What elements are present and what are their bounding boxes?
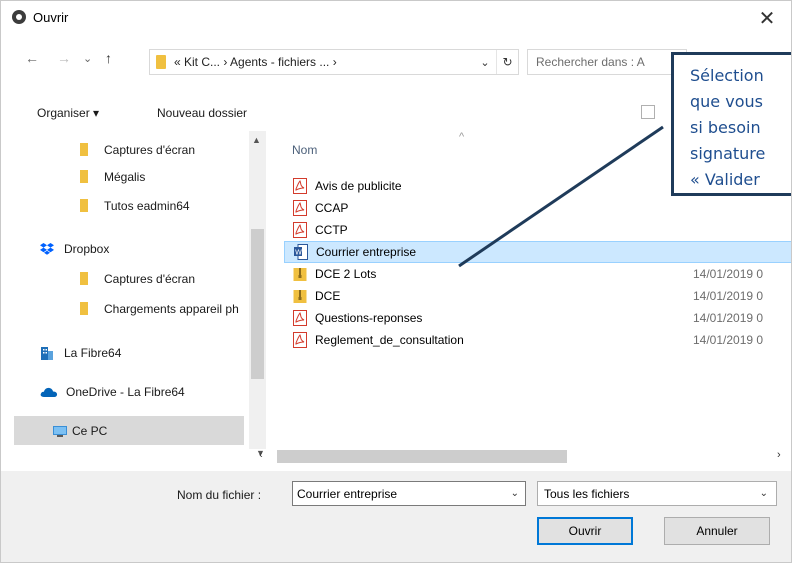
sidebar-item-label: Chargements appareil ph (104, 301, 239, 316)
file-date: 14/01/2019 0 (693, 311, 764, 325)
navigation-pane: Captures d'écran Mégalis Tutos eadmin64 … (14, 131, 274, 449)
computer-icon (53, 425, 67, 437)
title-bar: Ouvrir ✕ (1, 1, 791, 34)
sidebar-item-chargements[interactable]: Chargements appareil ph (14, 294, 244, 323)
dropbox-icon (40, 242, 54, 255)
scroll-right-icon[interactable]: › (777, 449, 781, 461)
forward-button[interactable]: → (57, 50, 71, 66)
folder-icon (156, 55, 166, 69)
new-folder-button[interactable]: Nouveau dossier (157, 106, 247, 120)
pdf-icon (293, 200, 307, 216)
view-options-icon[interactable] (641, 105, 655, 119)
sidebar-item-label: Tutos eadmin64 (104, 198, 190, 213)
window-title: Ouvrir (33, 10, 69, 25)
filename-input[interactable]: Courrier entreprise ⌄ (292, 481, 526, 506)
sidebar-item-label: La Fibre64 (64, 345, 122, 360)
column-header-name[interactable]: Nom (292, 143, 317, 157)
chevron-down-icon[interactable]: ⌄ (511, 488, 519, 499)
chevron-down-icon[interactable]: ⌄ (760, 488, 768, 499)
file-name: CCTP (315, 223, 348, 237)
file-row[interactable]: CCTP (284, 219, 791, 241)
folder-icon (80, 170, 88, 183)
open-button[interactable]: Ouvrir (537, 517, 633, 545)
file-name: Courrier entreprise (316, 245, 417, 259)
file-row[interactable]: Questions-reponses 14/01/2019 0 (284, 307, 791, 329)
sidebar-item-tutos[interactable]: Tutos eadmin64 (14, 191, 244, 220)
scrollbar-thumb[interactable] (251, 229, 264, 379)
folder-icon (80, 143, 88, 156)
file-row[interactable]: DCE 14/01/2019 0 (284, 285, 791, 307)
sidebar-item-label: OneDrive - La Fibre64 (66, 384, 185, 399)
filename-value: Courrier entreprise (297, 487, 398, 501)
file-row[interactable]: Reglement_de_consultation 14/01/2019 0 (284, 329, 791, 351)
pdf-icon (293, 178, 307, 194)
file-date: 14/01/2019 0 (693, 333, 764, 347)
onedrive-icon (40, 387, 58, 397)
zip-folder-icon (293, 290, 307, 303)
back-button[interactable]: ← (25, 50, 39, 66)
callout-line-4: signature (690, 144, 766, 163)
sidebar-item-label: Captures d'écran (104, 271, 196, 286)
pdf-icon (293, 332, 307, 348)
filename-label: Nom du fichier : (177, 488, 262, 502)
callout-line-3: si besoin (690, 118, 761, 137)
search-input[interactable]: Rechercher dans : A (527, 49, 687, 75)
address-dropdown-icon[interactable]: ⌄ (474, 56, 496, 69)
sidebar-item-label: Mégalis (104, 169, 146, 184)
callout-line-5: « Valider (690, 170, 760, 189)
svg-text:W: W (295, 249, 302, 257)
close-button[interactable]: ✕ (755, 6, 779, 31)
navigation-pane-scrollbar[interactable]: ▲ (249, 131, 266, 449)
pdf-icon (293, 310, 307, 326)
sidebar-item-label: Dropbox (64, 241, 110, 256)
recent-locations-button[interactable]: ⌄ (83, 52, 92, 65)
scroll-left-icon[interactable]: ‹ (259, 449, 263, 461)
zip-folder-icon (293, 268, 307, 281)
sort-ascending-icon: ^ (459, 131, 465, 143)
sidebar-item-lafibre64[interactable]: La Fibre64 (14, 338, 244, 367)
callout-line-2: que vous (690, 92, 763, 111)
file-name: CCAP (315, 201, 349, 215)
dialog-footer: Nom du fichier : Courrier entreprise ⌄ T… (1, 471, 791, 562)
open-file-dialog: Ouvrir ✕ ← → ⌄ ↑ « Kit C... › Agents - f… (0, 0, 792, 563)
address-bar[interactable]: « Kit C... › Agents - fichiers ... › ⌄ ↻ (149, 49, 519, 75)
sidebar-item-onedrive[interactable]: OneDrive - La Fibre64 (14, 377, 244, 406)
file-row[interactable]: DCE 2 Lots 14/01/2019 0 (284, 263, 791, 285)
cancel-button[interactable]: Annuler (664, 517, 770, 545)
file-row[interactable]: CCAP (284, 197, 791, 219)
breadcrumb[interactable]: « Kit C... › Agents - fichiers ... › (174, 55, 474, 69)
file-date: 14/01/2019 0 (693, 267, 764, 281)
file-row-selected[interactable]: W Courrier entreprise (284, 241, 791, 263)
scroll-up-icon[interactable]: ▲ (252, 135, 261, 145)
file-date: 14/01/2019 0 (693, 289, 764, 303)
pdf-icon (293, 222, 307, 238)
folder-icon (80, 302, 88, 315)
sidebar-item-ce-pc[interactable]: Ce PC (14, 416, 244, 445)
scrollbar-thumb[interactable] (277, 450, 567, 463)
annotation-callout: Sélection que vous si besoin signature «… (671, 52, 791, 196)
building-icon (41, 346, 53, 360)
filetype-value: Tous les fichiers (544, 487, 630, 501)
sidebar-item-label: Captures d'écran (104, 142, 196, 157)
refresh-button[interactable]: ↻ (496, 50, 518, 74)
file-list-horizontal-scrollbar[interactable]: ‹ › (245, 448, 791, 465)
callout-line-1: Sélection (690, 66, 764, 85)
sidebar-item-megalis[interactable]: Mégalis (14, 162, 244, 191)
word-icon: W (294, 244, 308, 260)
sidebar-item-label: Ce PC (72, 423, 108, 438)
folder-icon (80, 272, 88, 285)
organize-button[interactable]: Organiser ▾ (37, 106, 99, 120)
sidebar-item-captures[interactable]: Captures d'écran (14, 135, 244, 164)
filetype-select[interactable]: Tous les fichiers ⌄ (537, 481, 777, 506)
up-button[interactable]: ↑ (105, 50, 112, 66)
folder-icon (80, 199, 88, 212)
sidebar-item-dropbox[interactable]: Dropbox (14, 234, 244, 263)
chrome-icon (12, 10, 26, 24)
sidebar-item-captures-dropbox[interactable]: Captures d'écran (14, 264, 244, 293)
